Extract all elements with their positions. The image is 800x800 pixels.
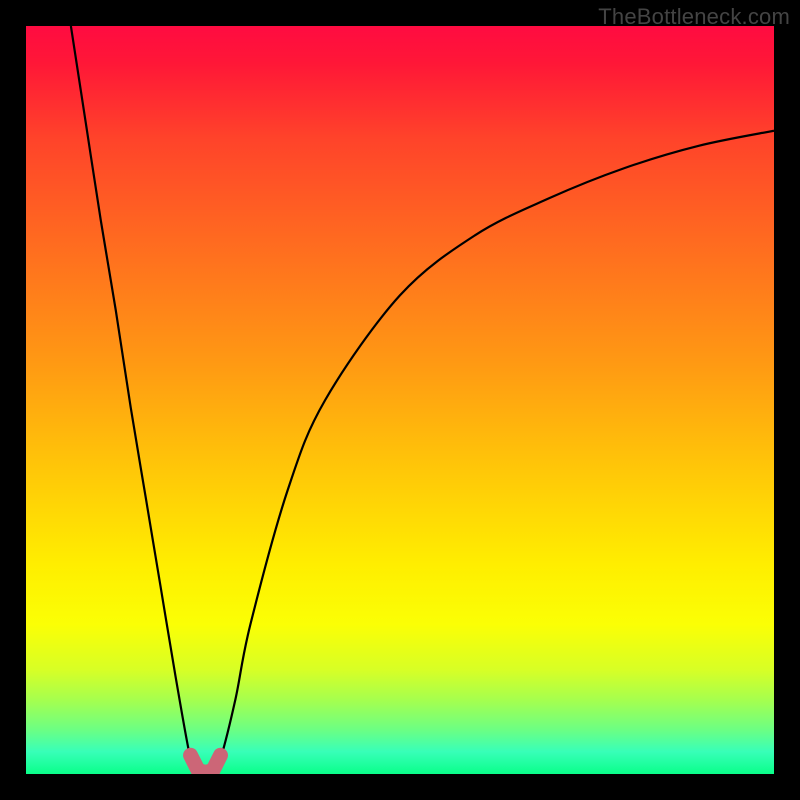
bottleneck-curve	[71, 26, 774, 774]
chart-svg	[26, 26, 774, 774]
bottom-marker	[191, 755, 221, 772]
outer-frame: TheBottleneck.com	[0, 0, 800, 800]
